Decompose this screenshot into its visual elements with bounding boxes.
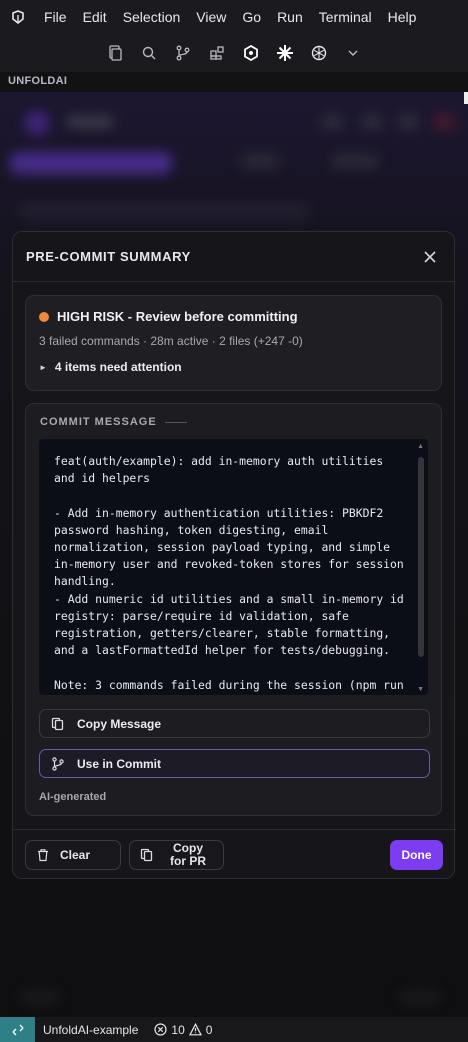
warning-count: 0 bbox=[205, 1022, 213, 1037]
menu-run[interactable]: Run bbox=[269, 0, 311, 34]
copy-for-pr-button[interactable]: Copy for PR bbox=[129, 840, 224, 870]
commit-message-label: COMMIT MESSAGE bbox=[40, 416, 157, 428]
status-problems[interactable]: 10 0 bbox=[138, 1023, 212, 1037]
search-icon[interactable] bbox=[139, 43, 159, 63]
copy-for-pr-label: Copy for PR bbox=[170, 841, 206, 868]
scroll-down-icon[interactable]: ▼ bbox=[417, 686, 424, 693]
risk-meta: 3 failed commands · 28m active · 2 files… bbox=[39, 334, 303, 348]
pre-commit-summary-dialog: PRE-COMMIT SUMMARY HIGH RISK - Review be… bbox=[12, 231, 456, 879]
risk-card: HIGH RISK - Review before committing 3 f… bbox=[25, 295, 442, 391]
copy-icon bbox=[51, 717, 64, 730]
attention-toggle[interactable]: ► 4 items need attention bbox=[39, 360, 428, 374]
use-in-commit-label: Use in Commit bbox=[77, 756, 162, 771]
menu-selection[interactable]: Selection bbox=[115, 0, 189, 34]
clear-label: Clear bbox=[60, 848, 91, 862]
scrollbar-edge[interactable] bbox=[464, 92, 468, 104]
source-control-icon[interactable] bbox=[173, 43, 193, 63]
remote-icon bbox=[12, 1024, 23, 1035]
files-icon[interactable] bbox=[105, 43, 125, 63]
use-in-commit-button[interactable]: Use in Commit bbox=[39, 749, 430, 778]
chevron-down-icon[interactable] bbox=[343, 43, 363, 63]
menu-go[interactable]: Go bbox=[234, 0, 269, 34]
menu-view[interactable]: View bbox=[188, 0, 234, 34]
activity-toolbar bbox=[0, 34, 468, 72]
copy-message-label: Copy Message bbox=[77, 716, 162, 731]
done-button[interactable]: Done bbox=[390, 840, 443, 870]
menu-terminal[interactable]: Terminal bbox=[311, 0, 380, 34]
commit-message-text[interactable]: feat(auth/example): add in-memory auth u… bbox=[54, 453, 404, 694]
copy-message-button[interactable]: Copy Message bbox=[39, 709, 430, 738]
ai-agent-icon[interactable] bbox=[241, 43, 261, 63]
app-logo-icon bbox=[0, 10, 36, 24]
clear-button[interactable]: Clear bbox=[25, 840, 121, 870]
menu-help[interactable]: Help bbox=[380, 0, 425, 34]
git-branch-icon bbox=[52, 756, 64, 771]
scroll-up-icon[interactable]: ▲ bbox=[417, 443, 424, 450]
trash-icon bbox=[38, 849, 48, 862]
menu-edit[interactable]: Edit bbox=[75, 0, 115, 34]
menu-file[interactable]: File bbox=[36, 0, 75, 34]
menu-bar: File Edit Selection View Go Run Terminal… bbox=[0, 0, 468, 34]
sidebar-section-title: UNFOLDAI bbox=[8, 75, 68, 87]
warning-icon bbox=[188, 1023, 202, 1036]
extensions-icon[interactable] bbox=[207, 43, 227, 63]
close-button[interactable] bbox=[418, 245, 442, 269]
dialog-header: PRE-COMMIT SUMMARY bbox=[13, 232, 454, 282]
risk-title: HIGH RISK - Review before committing bbox=[57, 309, 298, 324]
status-project-name[interactable]: UnfoldAI-example bbox=[35, 1023, 138, 1037]
label-divider bbox=[164, 421, 187, 423]
commit-message-box[interactable]: feat(auth/example): add in-memory auth u… bbox=[39, 439, 428, 695]
close-icon bbox=[424, 250, 436, 263]
risk-indicator-dot bbox=[39, 311, 49, 322]
caret-right-icon: ► bbox=[39, 362, 47, 372]
commit-message-card: COMMIT MESSAGE feat(auth/example): add i… bbox=[25, 403, 442, 816]
ai-generated-note: AI-generated bbox=[39, 791, 107, 803]
openai-icon[interactable] bbox=[309, 43, 329, 63]
sparkle-icon[interactable] bbox=[275, 43, 295, 63]
status-bar: UnfoldAI-example 10 0 bbox=[0, 1017, 468, 1042]
dialog-title: PRE-COMMIT SUMMARY bbox=[26, 249, 191, 264]
error-count: 10 bbox=[171, 1022, 185, 1037]
dialog-footer: Clear Copy for PR Done bbox=[13, 829, 456, 879]
copy-icon bbox=[140, 848, 153, 862]
remote-button[interactable] bbox=[0, 1017, 35, 1042]
error-icon bbox=[154, 1023, 167, 1036]
attention-label: 4 items need attention bbox=[54, 360, 182, 374]
message-scrollbar[interactable] bbox=[418, 457, 424, 657]
